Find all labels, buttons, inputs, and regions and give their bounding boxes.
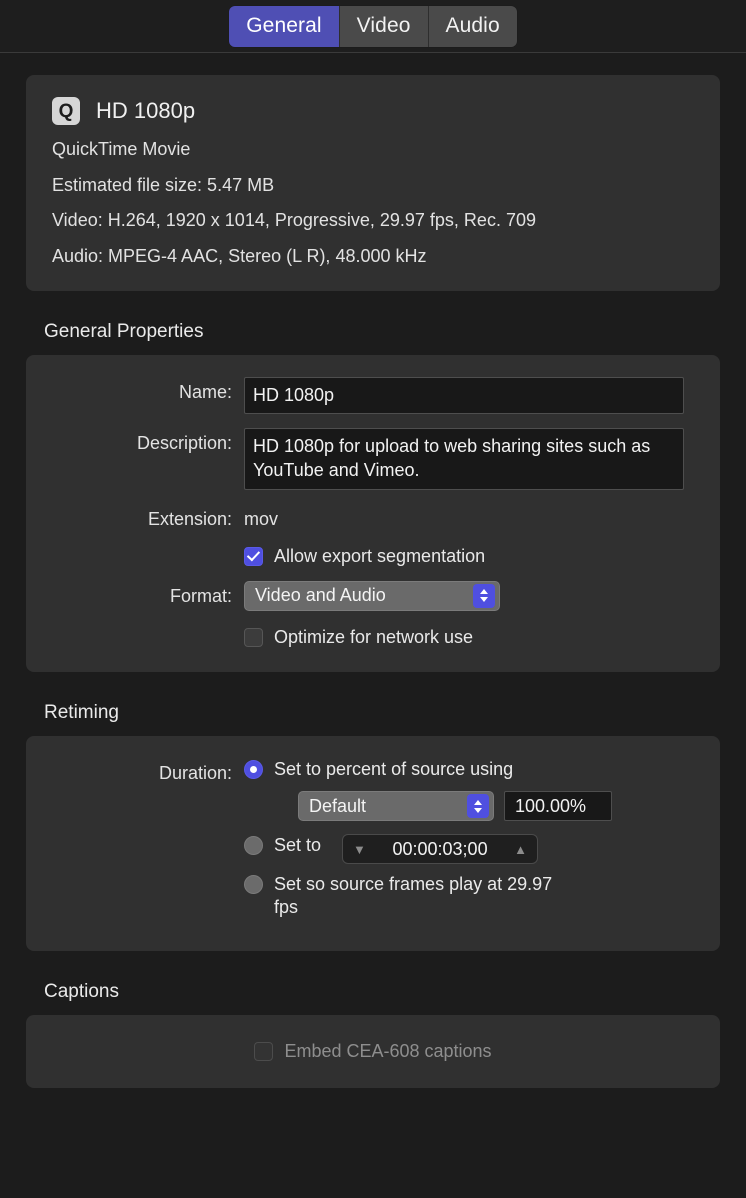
radio-set-percent[interactable] xyxy=(244,759,263,779)
rate-popup-button[interactable]: Default xyxy=(298,791,494,822)
settings-content: Q HD 1080p QuickTime Movie Estimated fil… xyxy=(0,75,746,1089)
name-input[interactable]: HD 1080p xyxy=(244,377,684,414)
format-popup-value: Video and Audio xyxy=(255,585,386,606)
optimize-label: Optimize for network use xyxy=(274,626,474,647)
extension-value: mov xyxy=(244,508,279,529)
name-field-wrap: HD 1080p xyxy=(244,377,694,414)
timecode-value: 00:00:03;00 xyxy=(392,838,488,859)
chevron-down-icon[interactable]: ▼ xyxy=(353,843,366,856)
radio-set-to-label: Set to xyxy=(274,835,322,856)
timecode-stepper-field[interactable]: ▼ 00:00:03;00 ▲ xyxy=(342,834,539,865)
radio-set-source-frames-label: Set so source frames play at 29.97 fps xyxy=(274,874,553,917)
preset-audio-line: Audio: MPEG-4 AAC, Stereo (L R), 48.000 … xyxy=(52,245,427,266)
description-field-wrap: HD 1080p for upload to web sharing sites… xyxy=(244,427,694,490)
captions-card: Embed CEA-608 captions xyxy=(26,1015,720,1089)
extension-label: Extension: xyxy=(147,508,232,529)
allow-segmentation-wrap: Allow export segmentation xyxy=(244,544,694,567)
description-input[interactable]: HD 1080p for upload to web sharing sites… xyxy=(244,427,684,490)
row-optimize: Optimize for network use xyxy=(52,625,694,648)
optimize-checkbox[interactable] xyxy=(244,627,263,647)
chevron-up-icon[interactable]: ▲ xyxy=(514,843,527,856)
preset-format-line: QuickTime Movie xyxy=(52,139,191,159)
row-format: Format: Video and Audio xyxy=(52,580,694,611)
preset-video-line: Video: H.264, 1920 x 1014, Progressive, … xyxy=(52,210,536,231)
row-allow-segmentation: Allow export segmentation xyxy=(52,544,694,567)
retiming-card: Duration: Set to percent of source using… xyxy=(26,735,720,952)
section-title-retiming: Retiming xyxy=(44,701,119,723)
radio-row-setto[interactable]: Set to ▼ 00:00:03;00 ▲ xyxy=(244,834,694,865)
allow-segmentation-checkbox-row[interactable]: Allow export segmentation xyxy=(244,544,694,567)
allow-segmentation-checkbox[interactable] xyxy=(244,546,263,566)
preset-summary-header: Q HD 1080p xyxy=(52,97,694,125)
percent-input[interactable]: 100.00% xyxy=(504,791,612,822)
tab-group: General Video Audio xyxy=(229,5,517,47)
radio-set-to[interactable] xyxy=(244,836,263,856)
optimize-checkbox-row[interactable]: Optimize for network use xyxy=(244,625,694,648)
radio-row-percent[interactable]: Set to percent of source using xyxy=(244,758,694,781)
row-duration: Duration: Set to percent of source using… xyxy=(52,758,694,928)
tab-general[interactable]: General xyxy=(229,5,340,47)
radio-row-frames[interactable]: Set so source frames play at 29.97 fps xyxy=(244,873,694,918)
tab-bar: General Video Audio xyxy=(0,0,746,53)
chevron-updown-icon xyxy=(467,794,489,819)
optimize-wrap: Optimize for network use xyxy=(244,625,694,648)
chevron-updown-icon xyxy=(473,583,495,608)
format-field-wrap: Video and Audio xyxy=(244,580,694,611)
row-name: Name: HD 1080p xyxy=(52,377,694,414)
format-popup-button[interactable]: Video and Audio xyxy=(244,580,500,611)
radio-set-source-frames[interactable] xyxy=(244,875,263,895)
section-title-general-properties: General Properties xyxy=(44,321,204,343)
tab-audio[interactable]: Audio xyxy=(428,5,517,47)
preset-summary-card: Q HD 1080p QuickTime Movie Estimated fil… xyxy=(26,75,720,292)
percent-controls-row: Default 100.00% xyxy=(298,791,694,822)
preset-filesize-line: Estimated file size: 5.47 MB xyxy=(52,174,275,195)
row-description: Description: HD 1080p for upload to web … xyxy=(52,427,694,490)
embed-captions-row: Embed CEA-608 captions xyxy=(52,1039,694,1062)
general-properties-card: Name: HD 1080p Description: HD 1080p for… xyxy=(26,355,720,672)
embed-captions-checkbox xyxy=(254,1042,274,1062)
optimize-spacer xyxy=(52,625,244,630)
allow-segmentation-label: Allow export segmentation xyxy=(274,545,486,566)
preset-title: HD 1080p xyxy=(96,98,196,123)
description-label: Description: xyxy=(136,432,232,453)
row-extension: Extension: mov xyxy=(52,504,694,530)
allow-segmentation-spacer xyxy=(52,544,244,549)
section-title-captions: Captions xyxy=(44,981,119,1003)
extension-value-wrap: mov xyxy=(244,504,694,530)
rate-popup-value: Default xyxy=(309,795,367,816)
duration-options: Set to percent of source using Default 1… xyxy=(244,758,694,928)
quicktime-icon: Q xyxy=(52,97,80,125)
radio-set-percent-label: Set to percent of source using xyxy=(274,758,514,779)
embed-captions-label: Embed CEA-608 captions xyxy=(284,1041,492,1062)
duration-label: Duration: xyxy=(158,762,232,783)
format-label: Format: xyxy=(169,585,232,606)
tab-video[interactable]: Video xyxy=(339,5,429,47)
name-label: Name: xyxy=(178,382,232,403)
